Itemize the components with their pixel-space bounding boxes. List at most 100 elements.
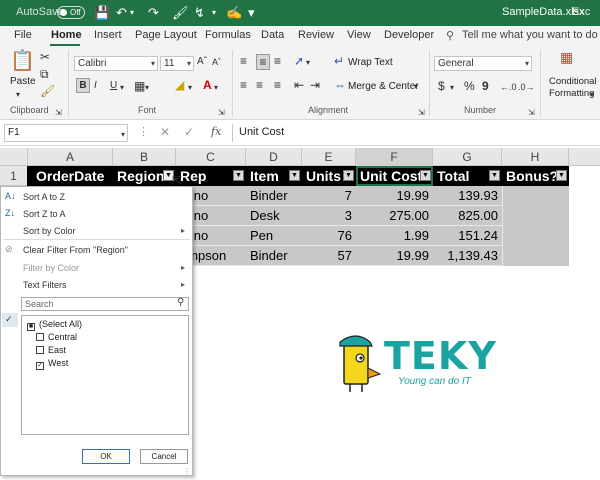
bold-icon[interactable]: B	[76, 78, 90, 93]
spelling-icon[interactable]: ↯	[194, 5, 205, 20]
filter-search-input[interactable]: Search	[21, 297, 189, 311]
more-options-icon[interactable]: ⋮	[138, 125, 149, 138]
conditional-formatting-label[interactable]: Conditional	[549, 76, 597, 87]
clipboard-launcher-icon[interactable]: ⇲	[55, 106, 62, 120]
format-painter-qa-icon[interactable]: 🖌	[172, 5, 189, 20]
conditional-formatting-label-2[interactable]: Formatting	[549, 88, 594, 99]
name-box[interactable]: F1 ▾	[4, 124, 128, 142]
bonus-column-cells[interactable]	[502, 186, 569, 266]
cell-total[interactable]: 139.93	[433, 186, 502, 206]
copy-icon[interactable]: ⧉	[40, 67, 49, 81]
column-header-a[interactable]: A	[28, 148, 113, 166]
cell-unit-cost[interactable]: 1.99	[356, 226, 433, 246]
increase-font-icon[interactable]: Aˆ	[197, 55, 207, 69]
cell-item[interactable]: Pen	[246, 226, 302, 246]
filter-item-central[interactable]: Central	[36, 332, 77, 342]
paste-dropdown-icon[interactable]: ▾	[16, 88, 20, 102]
tab-file[interactable]: File	[14, 29, 32, 41]
tab-data[interactable]: Data	[261, 29, 284, 41]
format-painter-icon[interactable]: 🖌	[40, 84, 55, 98]
increase-decimal-icon[interactable]: ←.0	[500, 80, 517, 94]
column-header-d[interactable]: D	[246, 148, 302, 166]
currency-dropdown-icon[interactable]: ▾	[450, 81, 454, 95]
ok-button[interactable]: OK	[82, 449, 130, 464]
qa-dropdown-icon[interactable]: ▾	[212, 5, 216, 20]
item-filter-button[interactable]: ▼	[289, 170, 300, 181]
middle-align-icon[interactable]: ≡	[256, 54, 270, 70]
rep-filter-button[interactable]: ▼	[233, 170, 244, 181]
italic-icon[interactable]: I	[94, 79, 97, 93]
merge-dropdown-icon[interactable]: ▾	[414, 80, 418, 94]
cancel-entry-icon[interactable]: ✕	[160, 125, 170, 139]
tab-view[interactable]: View	[347, 29, 371, 41]
checkbox-checked-icon[interactable]: ✓	[36, 362, 44, 370]
tab-review[interactable]: Review	[298, 29, 334, 41]
checkbox-icon[interactable]	[36, 346, 44, 354]
confirm-entry-icon[interactable]: ✓	[184, 125, 194, 139]
paste-icon[interactable]: 📋	[10, 50, 35, 72]
top-align-icon[interactable]: ≡	[240, 54, 247, 68]
cell-units[interactable]: 7	[302, 186, 356, 206]
conditional-formatting-icon[interactable]: ▦	[560, 50, 573, 64]
tab-developer[interactable]: Developer	[384, 29, 434, 41]
wrap-text-icon[interactable]: ↵	[334, 54, 344, 68]
cell-unit-cost[interactable]: 19.99	[356, 186, 433, 206]
fill-color-icon[interactable]: ◢	[175, 78, 184, 92]
borders-dropdown-icon[interactable]: ▾	[145, 81, 149, 95]
merge-center-icon[interactable]: ⇔	[334, 78, 346, 92]
decrease-indent-icon[interactable]: ⇤	[294, 78, 304, 92]
bonus-filter-button[interactable]: ▼	[556, 170, 567, 181]
unit-cost-filter-button[interactable]: ▼	[420, 170, 431, 181]
filter-item-west[interactable]: ✓ West	[36, 358, 68, 370]
column-header-h[interactable]: H	[502, 148, 569, 166]
tab-insert[interactable]: Insert	[94, 29, 122, 41]
currency-icon[interactable]: $	[438, 79, 445, 93]
save-icon[interactable]: 💾	[94, 5, 110, 20]
column-header-b[interactable]: B	[113, 148, 176, 166]
tab-page-layout[interactable]: Page Layout	[135, 29, 197, 41]
cell-item[interactable]: Desk	[246, 206, 302, 226]
font-size-dropdown-icon[interactable]: ▾	[187, 57, 191, 70]
tab-home[interactable]: Home	[51, 29, 82, 41]
cell-item[interactable]: Binder	[246, 186, 302, 206]
filter-item-east[interactable]: East	[36, 345, 66, 355]
tab-formulas[interactable]: Formulas	[205, 29, 251, 41]
filter-item-select-all[interactable]: ■ (Select All)	[27, 319, 82, 331]
wrap-text-button[interactable]: Wrap Text	[348, 57, 393, 68]
number-format-dropdown-icon[interactable]: ▾	[525, 57, 529, 70]
decrease-font-icon[interactable]: Aˇ	[212, 55, 221, 69]
font-color-dropdown-icon[interactable]: ▾	[214, 81, 218, 95]
font-launcher-icon[interactable]: ⇲	[218, 106, 225, 120]
tell-me-box[interactable]: Tell me what you want to do	[462, 29, 598, 41]
borders-icon[interactable]: ▦	[134, 79, 145, 93]
font-color-icon[interactable]: A	[203, 78, 212, 92]
underline-dropdown-icon[interactable]: ▾	[120, 81, 124, 95]
align-left-icon[interactable]: ≡	[240, 78, 247, 92]
decrease-decimal-icon[interactable]: .0→	[518, 80, 535, 94]
orientation-icon[interactable]: ➚	[294, 54, 304, 68]
select-all-corner[interactable]	[0, 148, 28, 166]
align-center-icon[interactable]: ≡	[256, 78, 263, 92]
cell-total[interactable]: 151.24	[433, 226, 502, 246]
number-launcher-icon[interactable]: ⇲	[528, 106, 535, 120]
text-filters[interactable]: Text Filters	[23, 280, 67, 290]
column-header-e[interactable]: E	[302, 148, 356, 166]
percent-icon[interactable]: %	[464, 79, 475, 93]
undo-icon[interactable]: ↶	[116, 5, 127, 20]
header-orderdate[interactable]: OrderDate	[28, 166, 113, 186]
cell-total[interactable]: 1,139.43	[433, 246, 502, 266]
name-box-dropdown-icon[interactable]: ▾	[121, 127, 125, 143]
resize-grip-icon[interactable]: ⋮	[183, 467, 191, 476]
cell-item[interactable]: Binder	[246, 246, 302, 266]
paste-label[interactable]: Paste	[10, 76, 36, 87]
conditional-formatting-dropdown-icon[interactable]: ▾	[590, 88, 594, 102]
sort-z-to-a[interactable]: Sort Z to A	[23, 209, 66, 219]
cell-units[interactable]: 3	[302, 206, 356, 226]
cut-icon[interactable]: ✂	[40, 50, 50, 64]
undo-dropdown-icon[interactable]: ▾	[130, 5, 134, 20]
comma-style-icon[interactable]: 9	[482, 79, 489, 93]
formula-input[interactable]: Unit Cost	[232, 124, 600, 142]
align-right-icon[interactable]: ≡	[274, 78, 281, 92]
underline-icon[interactable]: U	[110, 79, 117, 93]
column-header-g[interactable]: G	[433, 148, 502, 166]
